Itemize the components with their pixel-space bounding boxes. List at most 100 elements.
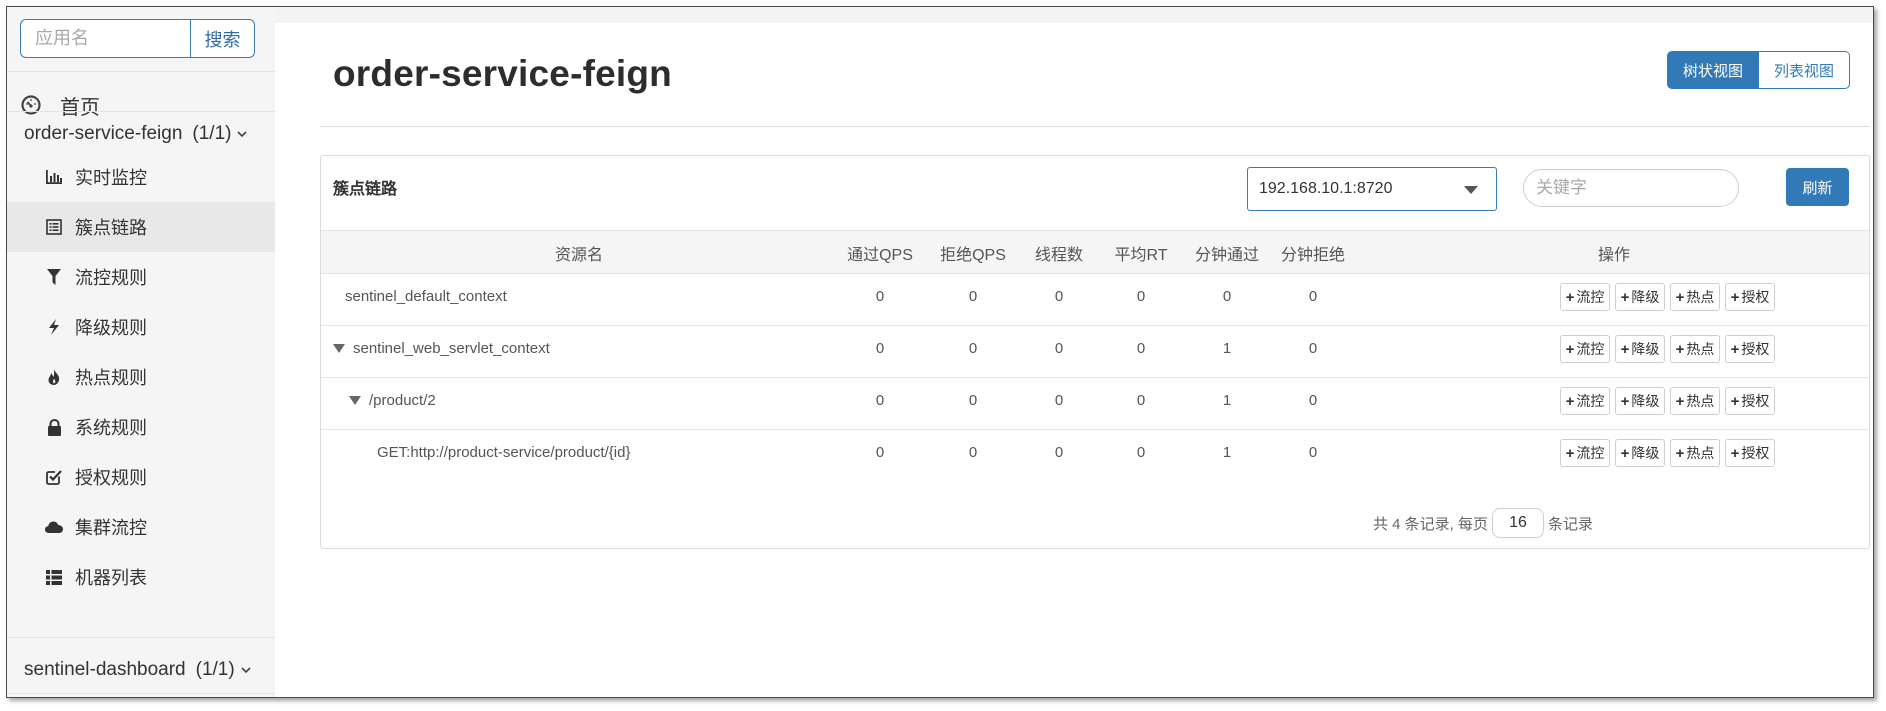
expand-toggle-icon[interactable] — [349, 395, 361, 405]
hotspot-rule-button[interactable]: + 热点 — [1670, 439, 1720, 467]
sidebar: 搜索 首页 order-service-feign (1/1) 实时监控 — [7, 7, 275, 697]
hotspot-rule-button[interactable]: + 热点 — [1670, 387, 1720, 415]
resource-table: 资源名 通过QPS 拒绝QPS 线程数 平均RT 分钟通过 分钟拒绝 操作 se… — [321, 230, 1869, 482]
dashboard-icon — [21, 95, 41, 115]
degrade-rule-button[interactable]: + 降级 — [1615, 283, 1665, 311]
sidebar-item-cluster-flow[interactable]: 集群流控 — [7, 502, 275, 552]
pagination: 共 4 条记录, 每页 条记录 — [1373, 508, 1593, 538]
metric-cell: 0 — [1136, 391, 1146, 409]
resource-name-cell: /product/2 — [349, 378, 436, 422]
refresh-button[interactable]: 刷新 — [1786, 168, 1849, 206]
caret-down-icon — [1464, 186, 1478, 194]
degrade-rule-button[interactable]: + 降级 — [1615, 387, 1665, 415]
plus-icon: + — [1620, 340, 1630, 358]
cloud-icon — [45, 518, 63, 536]
sidebar-item-label: 流控规则 — [75, 268, 147, 288]
flow-rule-button[interactable]: + 流控 — [1560, 283, 1610, 311]
metric-cell: 0 — [1136, 287, 1146, 305]
resource-name: /product/2 — [369, 391, 436, 409]
action-label: 流控 — [1576, 445, 1605, 461]
metric-cell: 0 — [1308, 339, 1318, 357]
metric-cell: 0 — [968, 287, 978, 305]
page-size-input[interactable] — [1492, 508, 1545, 538]
action-label: 热点 — [1686, 445, 1715, 461]
sidebar-divider — [7, 693, 275, 694]
metric-cell: 0 — [1308, 443, 1318, 461]
degrade-rule-button[interactable]: + 降级 — [1615, 439, 1665, 467]
action-label: 授权 — [1741, 445, 1770, 461]
metric-cell: 0 — [875, 391, 885, 409]
list-icon — [45, 218, 63, 236]
metric-cell: 1 — [1222, 443, 1232, 461]
bar-chart-icon — [45, 168, 63, 186]
resource-name: GET:http://product-service/product/{id} — [377, 443, 631, 461]
sidebar-item-auth-rules[interactable]: 授权规则 — [7, 452, 275, 502]
plus-icon: + — [1620, 288, 1630, 306]
auth-rule-button[interactable]: + 授权 — [1725, 283, 1775, 311]
expand-toggle-icon[interactable] — [333, 343, 345, 353]
lock-icon — [45, 418, 63, 436]
app-group-order-service-feign[interactable]: order-service-feign (1/1) — [24, 123, 249, 145]
metric-cell: 0 — [875, 443, 885, 461]
check-icon — [45, 468, 63, 486]
action-label: 热点 — [1686, 393, 1715, 409]
column-header: 拒绝QPS — [940, 247, 1006, 264]
metric-cell: 0 — [875, 287, 885, 305]
action-label: 热点 — [1686, 289, 1715, 305]
top-strip — [275, 7, 1873, 23]
auth-rule-button[interactable]: + 授权 — [1725, 439, 1775, 467]
action-label: 降级 — [1631, 393, 1660, 409]
sidebar-item-realtime-monitor[interactable]: 实时监控 — [7, 152, 275, 202]
chevron-down-icon — [237, 131, 248, 138]
resource-name-cell: sentinel_web_servlet_context — [333, 326, 550, 370]
metric-cell: 0 — [1054, 339, 1064, 357]
flow-rule-button[interactable]: + 流控 — [1560, 335, 1610, 363]
app-search: 搜索 — [20, 19, 255, 58]
app-group-sentinel-dashboard[interactable]: sentinel-dashboard (1/1) — [24, 659, 253, 681]
fire-icon — [45, 368, 63, 386]
sidebar-item-machine-list[interactable]: 机器列表 — [7, 552, 275, 602]
table-body: sentinel_default_context 0 0 0 0 0 0 + 流控 + 降级 + 热点 +… — [321, 274, 1869, 482]
hotspot-rule-button[interactable]: + 热点 — [1670, 283, 1720, 311]
degrade-rule-button[interactable]: + 降级 — [1615, 335, 1665, 363]
sidebar-item-label: 集群流控 — [75, 518, 147, 538]
auth-rule-button[interactable]: + 授权 — [1725, 335, 1775, 363]
resource-name-cell: GET:http://product-service/product/{id} — [377, 430, 630, 474]
list-view-button[interactable]: 列表视图 — [1759, 51, 1851, 89]
app-name: order-service-feign — [24, 123, 183, 144]
sidebar-item-label: 系统规则 — [75, 418, 147, 438]
sidebar-item-degrade-rules[interactable]: 降级规则 — [7, 302, 275, 352]
auth-rule-button[interactable]: + 授权 — [1725, 387, 1775, 415]
sidebar-divider — [7, 111, 275, 112]
machine-select-value: 192.168.10.1:8720 — [1259, 180, 1393, 197]
hotspot-rule-button[interactable]: + 热点 — [1670, 335, 1720, 363]
flow-rule-button[interactable]: + 流控 — [1560, 439, 1610, 467]
sidebar-item-system-rules[interactable]: 系统规则 — [7, 402, 275, 452]
metric-cell: 0 — [1222, 287, 1232, 305]
column-header: 操作 — [1597, 247, 1630, 264]
tree-view-button[interactable]: 树状视图 — [1667, 51, 1760, 89]
plus-icon: + — [1675, 340, 1685, 358]
search-button[interactable]: 搜索 — [190, 19, 255, 58]
sidebar-item-flow-rules[interactable]: 流控规则 — [7, 252, 275, 302]
app-search-input[interactable] — [20, 19, 190, 58]
table-row: sentinel_default_context 0 0 0 0 0 0 + 流控 + 降级 + 热点 +… — [321, 274, 1869, 326]
sidebar-item-cluster-link[interactable]: 簇点链路 — [7, 202, 275, 252]
row-actions: + 流控 + 降级 + 热点 + 授权 — [1560, 335, 1775, 363]
action-label: 流控 — [1576, 289, 1605, 305]
sidebar-item-hotspot-rules[interactable]: 热点规则 — [7, 352, 275, 402]
plus-icon: + — [1565, 288, 1575, 306]
plus-icon: + — [1675, 444, 1685, 462]
row-actions: + 流控 + 降级 + 热点 + 授权 — [1560, 439, 1775, 467]
flow-rule-button[interactable]: + 流控 — [1560, 387, 1610, 415]
filter-icon — [45, 268, 63, 286]
sidebar-item-home[interactable]: 首页 — [20, 91, 100, 119]
main-content: order-service-feign 树状视图 列表视图 簇点链路 192.1… — [275, 7, 1873, 697]
pager-suffix: 条记录 — [1548, 515, 1594, 533]
metric-cell: 0 — [1136, 443, 1146, 461]
metric-cell: 0 — [1136, 339, 1146, 357]
title-divider — [320, 126, 1870, 127]
machine-select[interactable]: 192.168.10.1:8720 — [1247, 167, 1497, 211]
resource-name-cell: sentinel_default_context — [345, 274, 507, 318]
keyword-input[interactable] — [1523, 169, 1739, 207]
